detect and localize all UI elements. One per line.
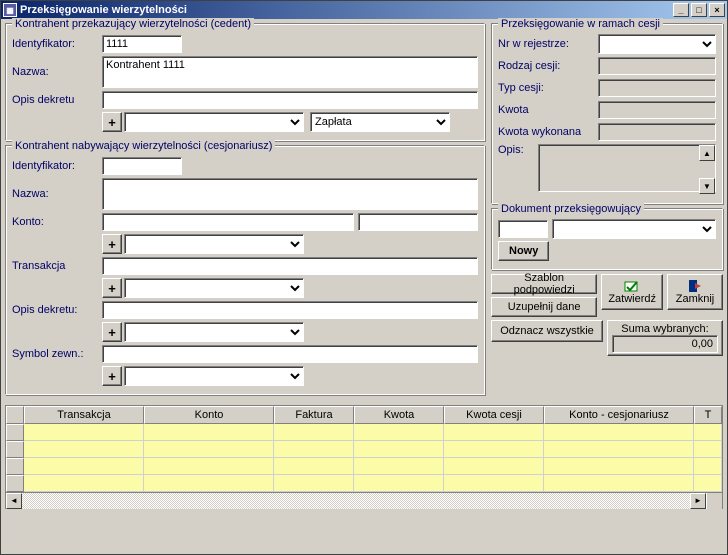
minimize-button[interactable]: _: [673, 3, 689, 17]
ces-konto-combo[interactable]: [124, 234, 304, 254]
col-t[interactable]: T: [694, 406, 722, 424]
ces-symbol-plus[interactable]: +: [102, 366, 122, 386]
ces-id-label: Identyfikator:: [12, 160, 102, 172]
cedent-legend: Kontrahent przekazujący wierzytelności (…: [12, 18, 254, 30]
kwota-label: Kwota: [498, 104, 598, 116]
ces-konto-plus[interactable]: +: [102, 234, 122, 254]
ces-name-value: [102, 178, 478, 210]
window-title: Przeksięgowanie wierzytelności: [20, 4, 671, 16]
nowy-button[interactable]: Nowy: [498, 241, 549, 261]
col-transakcja[interactable]: Transakcja: [24, 406, 144, 424]
rodzaj-label: Rodzaj cesji:: [498, 60, 598, 72]
cedent-dekret-label: Opis dekretu: [12, 94, 102, 106]
cedent-group: Kontrahent przekazujący wierzytelności (…: [5, 23, 485, 141]
app-icon: ▦: [3, 3, 17, 17]
scroll-track[interactable]: [22, 493, 690, 509]
cesjonariusz-legend: Kontrahent nabywający wierzytelności (ce…: [12, 140, 275, 152]
ces-dekret-label: Opis dekretu:: [12, 304, 102, 316]
sum-value: 0,00: [612, 335, 718, 353]
ces-trans-combo[interactable]: [124, 278, 304, 298]
cedent-id-input[interactable]: [102, 35, 182, 53]
kwotawyk-label: Kwota wykonana: [498, 126, 598, 138]
cesjonariusz-group: Kontrahent nabywający wierzytelności (ce…: [5, 145, 485, 395]
ces-symbol-label: Symbol zewn.:: [12, 348, 102, 360]
opis-text: [538, 144, 716, 192]
col-konto-ces[interactable]: Konto - cesjonariusz: [544, 406, 694, 424]
cesja-legend: Przeksięgowanie w ramach cesji: [498, 18, 663, 30]
scroll-left-icon[interactable]: ◄: [6, 493, 22, 509]
confirm-icon: [624, 279, 640, 293]
opis-label: Opis:: [498, 144, 538, 156]
scroll-right-icon[interactable]: ►: [690, 493, 706, 509]
ces-dekret-plus[interactable]: +: [102, 322, 122, 342]
ces-konto-input[interactable]: [102, 213, 354, 231]
close-button[interactable]: ×: [709, 3, 725, 17]
ces-symbol-combo[interactable]: [124, 366, 304, 386]
dokument-input1[interactable]: [498, 220, 548, 238]
col-kwota-cesji[interactable]: Kwota cesji: [444, 406, 544, 424]
cedent-plus-button[interactable]: +: [102, 112, 122, 132]
typ-label: Typ cesji:: [498, 82, 598, 94]
ces-dekret-combo[interactable]: [124, 322, 304, 342]
nr-combo[interactable]: [598, 34, 716, 54]
cedent-name-label: Nazwa:: [12, 66, 102, 78]
ces-konto-label: Konto:: [12, 216, 102, 228]
ces-name-label: Nazwa:: [12, 188, 102, 200]
sum-label: Suma wybranych:: [612, 323, 718, 335]
ces-id-input[interactable]: [102, 157, 182, 175]
ces-dekret-input[interactable]: [102, 301, 478, 319]
kwota-value: [598, 101, 716, 119]
odznacz-button[interactable]: Odznacz wszystkie: [491, 320, 603, 342]
zatwierdz-button[interactable]: Zatwierdź: [601, 274, 663, 310]
maximize-button[interactable]: □: [691, 3, 707, 17]
rodzaj-value: [598, 57, 716, 75]
cedent-combo1[interactable]: [124, 112, 304, 132]
cedent-zaplata-combo[interactable]: Zapłata: [310, 112, 450, 132]
typ-value: [598, 79, 716, 97]
nr-label: Nr w rejestrze:: [498, 38, 598, 50]
ces-symbol-input[interactable]: [102, 345, 478, 363]
dokument-combo[interactable]: [552, 219, 716, 239]
zamknij-button[interactable]: Zamknij: [667, 274, 723, 310]
col-konto[interactable]: Konto: [144, 406, 274, 424]
dokument-legend: Dokument przeksięgowujący: [498, 203, 644, 215]
ces-konto-input2[interactable]: [358, 213, 478, 231]
cedent-dekret-input[interactable]: [102, 91, 478, 109]
uzupelnij-button[interactable]: Uzupełnij dane: [491, 297, 597, 317]
ces-trans-plus[interactable]: +: [102, 278, 122, 298]
col-kwota[interactable]: Kwota: [354, 406, 444, 424]
scroll-up-icon[interactable]: ▲: [699, 145, 715, 161]
ces-trans-label: Transakcja: [12, 260, 102, 272]
ces-trans-input[interactable]: [102, 257, 478, 275]
scroll-down-icon[interactable]: ▼: [699, 178, 715, 194]
kwotawyk-value: [598, 123, 716, 141]
cedent-name-value: Kontrahent 1111: [102, 56, 478, 88]
cesja-group: Przeksięgowanie w ramach cesji Nr w reje…: [491, 23, 723, 204]
exit-icon: [687, 279, 703, 293]
col-faktura[interactable]: Faktura: [274, 406, 354, 424]
dokument-group: Dokument przeksięgowujący Nowy: [491, 208, 723, 270]
data-grid[interactable]: Transakcja Konto Faktura Kwota Kwota ces…: [5, 405, 723, 509]
grid-corner: [6, 406, 24, 424]
szablon-button[interactable]: Szablon podpowiedzi: [491, 274, 597, 294]
cedent-id-label: Identyfikator:: [12, 38, 102, 50]
